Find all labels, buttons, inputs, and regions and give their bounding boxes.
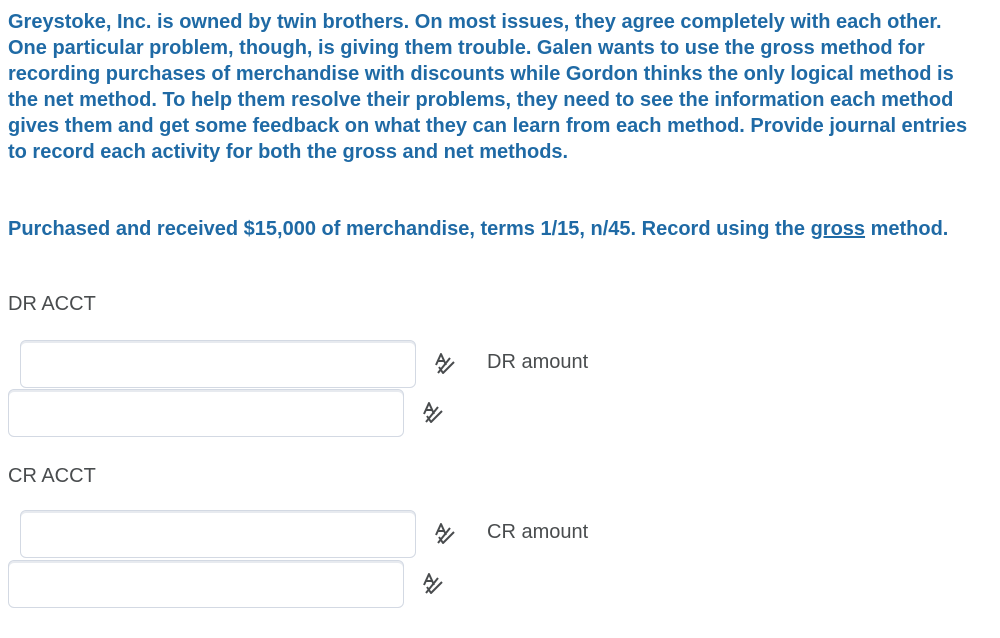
spell-check-icon[interactable] (422, 572, 444, 596)
dr-acct-label: DR ACCT (8, 293, 96, 315)
question-paragraph: Greystoke, Inc. is owned by twin brother… (8, 11, 968, 163)
dr-account-input[interactable] (20, 340, 416, 388)
spell-check-icon[interactable] (434, 352, 456, 376)
dr-amount-input[interactable] (8, 389, 404, 437)
instruction-suffix: method. (865, 218, 949, 240)
instruction-emphasis: gross (810, 218, 866, 240)
spell-check-icon[interactable] (422, 401, 444, 425)
cr-amount-label: CR amount (487, 521, 589, 543)
instruction-prefix: Purchased and received $15,000 of mercha… (8, 218, 811, 240)
cr-amount-input[interactable] (8, 560, 404, 608)
question-instruction: Purchased and received $15,000 of mercha… (8, 216, 978, 242)
spell-check-icon[interactable] (434, 522, 456, 546)
cr-account-input[interactable] (20, 510, 416, 558)
dr-amount-label: DR amount (487, 351, 589, 373)
cr-acct-label: CR ACCT (8, 465, 96, 487)
